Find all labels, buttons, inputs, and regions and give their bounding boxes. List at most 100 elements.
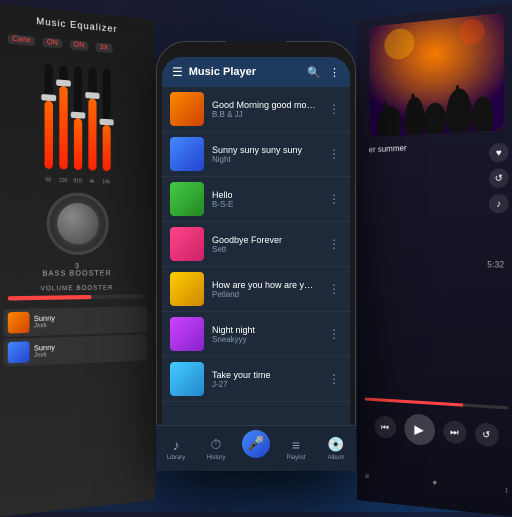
nav-library[interactable]: ♪ Library [162, 437, 196, 456]
bass-booster-label: BASS BOOSTER [3, 270, 147, 278]
mini-thumb-1 [8, 312, 30, 334]
repeat-button[interactable]: ↺ [474, 422, 498, 447]
eq-slider-2[interactable] [59, 65, 67, 170]
prev-button[interactable]: ⏮ [374, 415, 396, 439]
more-icon[interactable]: ⋮ [329, 66, 340, 79]
song-item-2[interactable]: Sunny suny suny suny Night ⋮ [162, 132, 350, 177]
eq-slider-5[interactable] [102, 69, 110, 172]
song-thumb-7 [170, 362, 204, 396]
phone-frame: ☰ Music Player 🔍 ⋮ Good Morning good mor… [156, 41, 356, 471]
freq-label-1: 60 [44, 177, 52, 184]
song-info-4: Goodbye Forever Sett [212, 235, 318, 254]
search-icon[interactable]: 🔍 [307, 66, 321, 79]
song-artist-3: B-S-E [212, 200, 318, 209]
album-icon: 💿 [327, 436, 344, 453]
freq-label-2: 230 [59, 178, 67, 185]
note-icon[interactable]: ♪ [489, 194, 509, 214]
song-more-4[interactable]: ⋮ [326, 237, 342, 251]
volume-slider-container: VOLUME BOOSTER [8, 285, 144, 300]
mini-song-info-1: Sunny Jxxk [34, 313, 144, 329]
song-artist-2: Night [212, 155, 318, 164]
right-controls: ⏮ ▶ ⏭ ↺ [365, 411, 509, 453]
song-more-1[interactable]: ⋮ [326, 102, 342, 116]
nav-album[interactable]: 💿 Album [316, 436, 350, 455]
song-item-5[interactable]: How are you how are you... Petland ⋮ [162, 267, 350, 312]
song-thumb-6 [170, 317, 204, 351]
song-name-4: Goodbye Forever [212, 235, 318, 245]
eq-preset-3[interactable]: ON [69, 40, 88, 51]
play-button[interactable]: ▶ [404, 413, 435, 446]
repeat-icon[interactable]: ↺ [489, 168, 509, 188]
heart-icon[interactable]: ♥ [489, 143, 509, 163]
song-info-1: Good Morning good morning B.B & JJ [212, 100, 318, 119]
song-info-2: Sunny suny suny suny Night [212, 145, 318, 164]
song-item-1[interactable]: Good Morning good morning B.B & JJ ⋮ [162, 87, 350, 132]
playlist-icon: ≡ [292, 437, 300, 453]
nav-playlist[interactable]: ≡ Playlist [276, 437, 316, 456]
volume-track[interactable] [8, 294, 144, 300]
song-more-5[interactable]: ⋮ [326, 282, 342, 296]
bottom-icon-3[interactable]: ↕ [504, 485, 508, 495]
song-info-5: How are you how are you... Petland [212, 280, 318, 299]
knob-inner [57, 203, 98, 245]
bottom-icon-2[interactable]: ✦ [431, 478, 438, 488]
eq-preset-4[interactable]: 3X [96, 42, 113, 53]
mini-song-1[interactable]: Sunny Jxxk [3, 306, 147, 337]
song-artist-1: B.B & JJ [212, 110, 318, 119]
nav-history[interactable]: ⏱ History [196, 436, 236, 455]
song-info-3: Hello B-S-E [212, 190, 318, 209]
song-name-2: Sunny suny suny suny [212, 145, 318, 155]
next-button[interactable]: ⏭ [443, 420, 466, 445]
song-artist-5: Petland [212, 290, 318, 299]
phone-notch [226, 41, 286, 55]
song-name-1: Good Morning good morning [212, 100, 318, 110]
eq-slider-3[interactable] [73, 66, 81, 170]
eq-slider-4[interactable] [88, 67, 96, 170]
song-item-6[interactable]: Night night Sneakyyy ⋮ [162, 312, 350, 357]
eq-slider-1[interactable] [44, 64, 52, 169]
song-info-6: Night night Sneakyyy [212, 325, 318, 344]
now-playing-panel: er summer ♥ ↺ ♪ 5:32 ⏮ ▶ ⏭ ↺ ≡ ✦ ↕ [357, 3, 512, 517]
phone-screen: ☰ Music Player 🔍 ⋮ Good Morning good mor… [162, 57, 350, 455]
right-progress-bar[interactable] [365, 397, 509, 409]
library-label: Library [167, 455, 185, 456]
song-info-7: Take your time J-27 [212, 370, 318, 389]
eq-preset-2[interactable]: ON [43, 37, 63, 48]
song-item-4[interactable]: Goodbye Forever Sett ⋮ [162, 222, 350, 267]
mini-thumb-2 [8, 341, 30, 363]
song-more-3[interactable]: ⋮ [326, 192, 342, 206]
song-thumb-5 [170, 272, 204, 306]
hamburger-icon[interactable]: ☰ [172, 65, 183, 79]
freq-label-3: 910 [73, 178, 81, 184]
header-icons: 🔍 ⋮ [307, 66, 340, 79]
freq-label-5: 14k [102, 179, 110, 185]
song-more-7[interactable]: ⋮ [326, 372, 342, 386]
song-item-3[interactable]: Hello B-S-E ⋮ [162, 177, 350, 222]
bottom-icon-1[interactable]: ≡ [365, 472, 370, 481]
song-name-3: Hello [212, 190, 318, 200]
concert-svg [369, 13, 504, 138]
app-header: ☰ Music Player 🔍 ⋮ [162, 57, 350, 87]
mini-song-2[interactable]: Sunny Jxxk [3, 334, 147, 367]
song-name-5: How are you how are you... [212, 280, 318, 290]
volume-fill [8, 295, 91, 301]
bass-booster-knob[interactable] [46, 192, 108, 255]
library-icon: ♪ [173, 437, 180, 453]
song-list: Good Morning good morning B.B & JJ ⋮ Sun… [162, 87, 350, 405]
time-display: 5:32 [487, 260, 508, 270]
bottom-nav: ♪ Library ⏱ History 🎤 ≡ Playlist 💿 Album [162, 425, 350, 455]
song-more-6[interactable]: ⋮ [326, 327, 342, 341]
nav-mic[interactable]: 🎤 [236, 440, 276, 456]
song-item-7[interactable]: Take your time J-27 ⋮ [162, 357, 350, 402]
playlist-label: Playlist [286, 455, 305, 456]
right-bottom-icons: ≡ ✦ ↕ [365, 472, 509, 495]
album-art [369, 13, 504, 138]
song-artist-6: Sneakyyy [212, 335, 318, 344]
song-more-2[interactable]: ⋮ [326, 147, 342, 161]
eq-preset-1[interactable]: Carte [8, 34, 35, 46]
song-thumb-4 [170, 227, 204, 261]
song-item-8[interactable]: Just Kidding!!! Pezsh ⋮ [162, 402, 350, 405]
right-icons-container: ♥ ↺ ♪ [489, 143, 509, 214]
freq-label-4: 4k [88, 179, 96, 185]
eq-sliders-container [3, 48, 147, 181]
